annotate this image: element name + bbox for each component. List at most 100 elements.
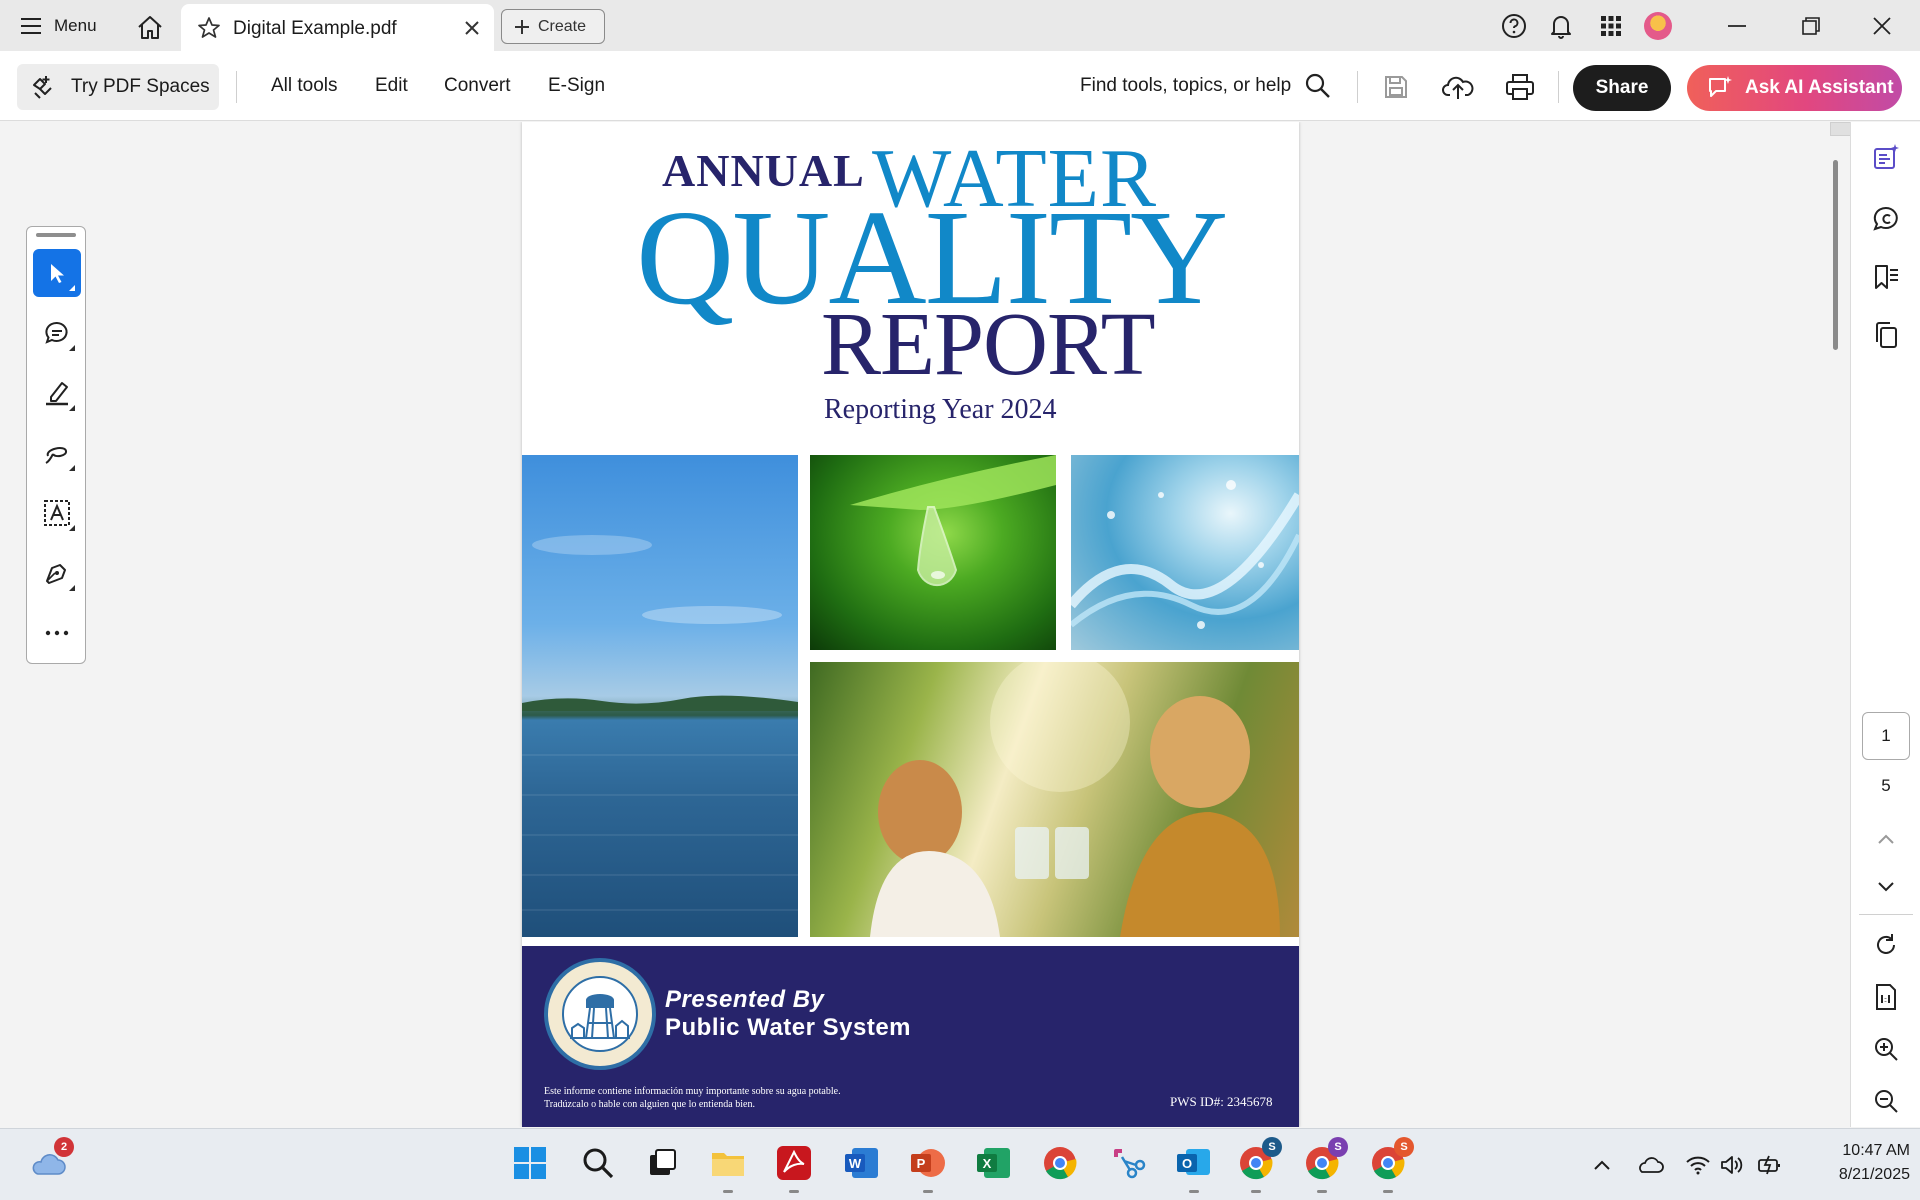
- close-window-button[interactable]: [1862, 8, 1902, 44]
- excel-app[interactable]: X: [972, 1141, 1016, 1185]
- apps-button[interactable]: [1596, 11, 1626, 41]
- presenter-banner: Presented By Public Water System Este in…: [522, 946, 1299, 1127]
- battery-tray[interactable]: [1756, 1151, 1784, 1179]
- bookmarks-panel-button[interactable]: [1869, 260, 1903, 294]
- panel-grip[interactable]: [36, 233, 76, 237]
- print-button[interactable]: [1502, 69, 1538, 105]
- ai-label: Ask AI Assistant: [1745, 77, 1894, 98]
- zoom-in-button[interactable]: [1869, 1032, 1903, 1066]
- home-button[interactable]: [134, 11, 166, 43]
- scroll-thumb[interactable]: [1833, 160, 1838, 350]
- help-icon: [1502, 14, 1526, 38]
- ask-ai-assistant-button[interactable]: Ask AI Assistant: [1687, 65, 1902, 111]
- submenu-indicator: [69, 405, 75, 411]
- system-clock[interactable]: 10:47 AM 8/21/2025: [1800, 1139, 1910, 1187]
- avatar[interactable]: [1644, 12, 1672, 40]
- comments-panel-button[interactable]: [1869, 202, 1903, 236]
- windows-taskbar: 2 W P X O S S S 10:47 AM 8/21/2025: [0, 1128, 1920, 1200]
- actual-size-button[interactable]: [1869, 980, 1903, 1014]
- upload-button[interactable]: [1440, 69, 1476, 105]
- taskbar-search[interactable]: [576, 1141, 620, 1185]
- svg-text:P: P: [917, 1156, 926, 1171]
- menu-all-tools[interactable]: All tools: [271, 75, 338, 97]
- search-icon: [583, 1148, 614, 1179]
- search-field[interactable]: Find tools, topics, or help: [1080, 75, 1291, 97]
- highlight-tool[interactable]: [33, 369, 81, 417]
- previous-page-button[interactable]: [1869, 822, 1903, 856]
- text-tool[interactable]: [33, 489, 81, 537]
- chrome-app[interactable]: [1038, 1141, 1082, 1185]
- comment-tool[interactable]: [33, 309, 81, 357]
- document-tab[interactable]: Digital Example.pdf: [181, 4, 494, 51]
- chrome-profile-2-app[interactable]: S: [1300, 1137, 1348, 1193]
- wifi-icon: [1686, 1156, 1710, 1175]
- task-view-button[interactable]: [640, 1141, 684, 1185]
- profile-badge-icon: S: [1262, 1137, 1282, 1157]
- menu-button[interactable]: Menu: [20, 12, 97, 40]
- acrobat-icon: [777, 1146, 811, 1180]
- create-button[interactable]: Create: [501, 9, 605, 44]
- save-button[interactable]: [1378, 69, 1414, 105]
- select-tool[interactable]: [33, 249, 81, 297]
- chevron-down-icon: [1878, 882, 1894, 892]
- search-icon[interactable]: [1303, 71, 1333, 101]
- star-icon[interactable]: [197, 16, 221, 40]
- vertical-scrollbar[interactable]: [1830, 122, 1850, 1127]
- lake-photo: [522, 455, 798, 937]
- powerpoint-app[interactable]: P: [906, 1141, 950, 1193]
- zoom-out-icon: [1875, 1090, 1898, 1113]
- minimize-button[interactable]: [1717, 8, 1757, 44]
- next-page-button[interactable]: [1869, 870, 1903, 904]
- help-button[interactable]: [1499, 11, 1529, 41]
- pdf-spaces-button[interactable]: Try PDF Spaces: [17, 64, 219, 110]
- show-hidden-icons-button[interactable]: [1588, 1151, 1616, 1179]
- ai-summary-button[interactable]: [1869, 140, 1903, 174]
- onedrive-tray[interactable]: [1636, 1151, 1664, 1179]
- actual-size-icon: [1876, 984, 1896, 1010]
- outlook-app[interactable]: O: [1172, 1141, 1216, 1193]
- start-button[interactable]: [508, 1141, 552, 1185]
- toolbar-divider: [1357, 71, 1358, 103]
- excel-icon: X: [977, 1148, 1010, 1178]
- acrobat-app[interactable]: [772, 1141, 816, 1193]
- volume-tray[interactable]: [1718, 1151, 1746, 1179]
- menu-esign[interactable]: E-Sign: [548, 75, 605, 97]
- pdf-spaces-icon: [33, 76, 52, 99]
- draw-tool[interactable]: [33, 429, 81, 477]
- weather-widget[interactable]: 2: [26, 1137, 74, 1185]
- restore-button[interactable]: [1791, 8, 1831, 44]
- total-pages: 5: [1881, 776, 1891, 795]
- chrome-profile-1-app[interactable]: S: [1234, 1137, 1282, 1193]
- menu-convert[interactable]: Convert: [444, 75, 511, 97]
- word-app[interactable]: W: [840, 1141, 884, 1185]
- notifications-button[interactable]: [1546, 11, 1576, 41]
- create-label: Create: [538, 17, 587, 35]
- restore-icon: [1802, 17, 1820, 35]
- chrome-icon: [1044, 1147, 1077, 1180]
- submenu-indicator: [69, 525, 75, 531]
- chrome-profile-3-app[interactable]: S: [1366, 1137, 1414, 1193]
- svg-text:X: X: [983, 1156, 992, 1171]
- rotate-button[interactable]: [1869, 928, 1903, 962]
- presented-by-label: Presented By: [665, 986, 825, 1013]
- comment-icon: [45, 322, 68, 344]
- close-icon[interactable]: [461, 17, 483, 39]
- wifi-tray[interactable]: [1684, 1151, 1712, 1179]
- title-report: REPORT: [821, 295, 1156, 394]
- menu-edit[interactable]: Edit: [375, 75, 408, 97]
- file-explorer-app[interactable]: [706, 1141, 750, 1193]
- pages-panel-button[interactable]: [1869, 318, 1903, 352]
- profile-badge-icon: S: [1328, 1137, 1348, 1157]
- snipping-tool-app[interactable]: [1106, 1141, 1150, 1185]
- pdf-page[interactable]: ANNUAL WATER QUALITY REPORT Reporting Ye…: [522, 122, 1299, 1127]
- running-indicator: [923, 1190, 933, 1193]
- zoom-out-button[interactable]: [1869, 1084, 1903, 1118]
- water-tower-icon: [570, 994, 630, 1039]
- close-window-icon: [1873, 17, 1891, 35]
- more-tools[interactable]: [33, 609, 81, 657]
- scroll-up-arrow[interactable]: [1830, 122, 1850, 136]
- current-page-input[interactable]: 1: [1862, 712, 1910, 760]
- sign-tool[interactable]: [33, 549, 81, 597]
- apps-grid-icon: [1601, 16, 1621, 36]
- share-button[interactable]: Share: [1573, 65, 1671, 111]
